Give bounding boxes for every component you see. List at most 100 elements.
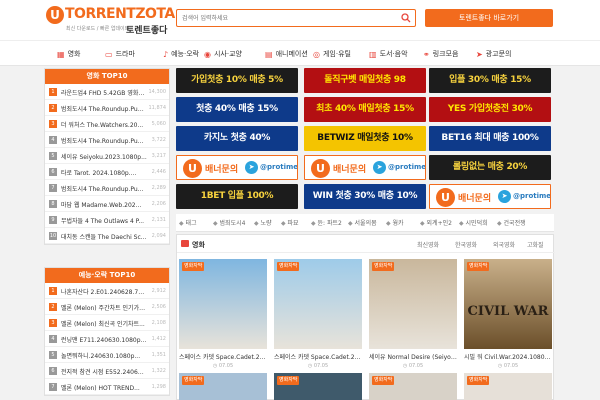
nav-item-2[interactable]: ♪ 예능·오락	[163, 48, 199, 60]
movie-title[interactable]: 세이유 Normal Desire (Seiyoku) ...	[369, 352, 457, 361]
nav-item-5[interactable]: ◎ 게임·유틸	[313, 48, 351, 60]
tag-link[interactable]: ◆ 외계+인2	[420, 218, 452, 227]
search-icon[interactable]	[401, 13, 411, 23]
movie-poster[interactable]: 영화자막	[179, 259, 267, 349]
list-item[interactable]: 4 런닝맨 E711.240630.1080p... 1,412	[45, 331, 169, 347]
tab-3[interactable]: 고화질	[527, 240, 544, 249]
tag-link[interactable]: ◆ 시민덕희	[459, 218, 488, 227]
movie-title[interactable]: 시빌 워 Civil.War.2024.1080p.Bl...	[464, 352, 552, 361]
nav-item-0[interactable]: ▦ 영화	[57, 48, 80, 60]
item-title[interactable]: 더 워처스 The.Watchers.20...	[61, 120, 147, 129]
list-item[interactable]: 5 세이유 Seiyoku.2023.1080p... 3,217	[45, 148, 169, 164]
list-item[interactable]: 7 멜론 (Melon) HOT TREND... 1,298	[45, 379, 169, 395]
ad-banner[interactable]: 최초 40% 매일첫충 15%	[304, 97, 426, 122]
tab-2[interactable]: 외국영화	[493, 240, 515, 249]
banner-handle: @protime1	[260, 163, 298, 171]
item-title[interactable]: 세이유 Seiyoku.2023.1080p...	[61, 152, 147, 161]
tag-link[interactable]: ◆ 건국전쟁	[497, 218, 526, 227]
item-title[interactable]: 멜론 (Melon) HOT TREND...	[61, 383, 147, 392]
nav-item-8[interactable]: ➤ 광고문의	[476, 48, 511, 60]
tag-link[interactable]: ◆ 노량	[254, 218, 272, 227]
list-item[interactable]: 4 범죄도시4 The.Roundup.Pu... 3,722	[45, 132, 169, 148]
movie-card[interactable]: 영화자막	[179, 373, 267, 400]
ad-banner[interactable]: WIN 첫충 30% 매충 10%	[304, 184, 426, 209]
search-input[interactable]	[182, 13, 387, 24]
tag-link[interactable]: ◆ 범죄도시4	[213, 218, 245, 227]
item-title[interactable]: 범죄도시4 The.Roundup.Pu...	[61, 136, 147, 145]
item-title[interactable]: 범죄도시4 The.Roundup.Pun...	[61, 104, 147, 113]
list-item[interactable]: 2 멜론 (Melon) 주간차트 인기가요... 2,506	[45, 299, 169, 315]
item-title[interactable]: 대치동 스캔들 The Daechi Sc...	[61, 232, 147, 241]
item-title[interactable]: 런닝맨 E711.240630.1080p...	[61, 335, 147, 344]
item-title[interactable]: 라운드업4 FHD 5.42GB 영화토렌트	[61, 88, 147, 97]
item-title[interactable]: 마담 웹 Madame.Web.202...	[61, 200, 147, 209]
item-title[interactable]: 놀면뭐하니.240630.1080p...	[61, 351, 147, 360]
banner-handle: @protime1	[388, 163, 426, 171]
movie-card[interactable]: 영화자막	[274, 373, 362, 400]
movie-card[interactable]: 영화자막스페이스 카뎃 Space.Cadet.2024.1... ◷ 07.05	[274, 259, 362, 369]
tab-1[interactable]: 한국영화	[455, 240, 477, 249]
list-item[interactable]: 1 나혼자산다 2.E01.240628.72... 2,912	[45, 283, 169, 299]
ad-banner[interactable]: 1BET 입플 100%	[176, 184, 298, 209]
ad-banner[interactable]: BET16 최대 매충 100%	[429, 126, 551, 151]
tag-link[interactable]: ◆ 서울의봄	[348, 218, 377, 227]
item-title[interactable]: 무법자들 4 The Outlaws 4 P...	[61, 216, 147, 225]
ad-banner[interactable]: U배너문의 ➤@protime1	[176, 155, 298, 180]
ad-banner[interactable]: 카지노 첫충 40%	[176, 126, 298, 151]
list-item[interactable]: 10 대치동 스캔들 The Daechi Sc... 2,094	[45, 228, 169, 244]
tag-link[interactable]: ◆ 파묘	[281, 218, 299, 227]
list-item[interactable]: 6 전지적 참견 시점 E552.240628.7... 1,322	[45, 363, 169, 379]
ad-banner[interactable]: U배너문의 ➤@protime1	[304, 155, 426, 180]
tag-text: 태그	[185, 220, 197, 227]
item-count: 2,289	[151, 185, 166, 191]
movie-title[interactable]: 스페이스 카뎃 Space.Cadet.2024.1...	[274, 352, 362, 361]
movie-card[interactable]: 영화자막 CIVIL WAR 시빌 워 Civil.War.2024.1080p.B…	[464, 259, 552, 369]
list-item[interactable]: 9 무법자들 4 The Outlaws 4 P... 2,131	[45, 212, 169, 228]
cta-button[interactable]: 토렌트좋다 바로가기	[425, 9, 553, 27]
nav-item-1[interactable]: ▭ 드라마	[105, 48, 135, 60]
ad-banner[interactable]: 첫충 40% 매충 15%	[176, 97, 298, 122]
movie-card[interactable]: 영화자막	[369, 373, 457, 400]
tag-link[interactable]: ◆ 웡카	[386, 218, 404, 227]
nav-item-7[interactable]: ⚭ 링크모음	[423, 48, 458, 60]
list-item[interactable]: 5 놀면뭐하니.240630.1080p... 1,351	[45, 347, 169, 363]
movie-poster[interactable]: 영화자막	[369, 259, 457, 349]
nav-item-3[interactable]: ◉ 시사·교양	[204, 48, 242, 60]
item-title[interactable]: 전지적 참견 시점 E552.240628.7...	[61, 367, 147, 376]
movie-poster[interactable]: 영화자막	[274, 259, 362, 349]
movie-title[interactable]: 스페이스 카뎃 Space.Cadet.2024.1...	[179, 352, 267, 361]
list-item[interactable]: 6 타로 Tarot. 2024.1080p.... 2,446	[45, 164, 169, 180]
list-item[interactable]: 7 범죄도시4 The.Roundup.Pu... 2,289	[45, 180, 169, 196]
ad-banner[interactable]: BETWIZ 매일첫충 10%	[304, 126, 426, 151]
banner-text: 가입첫충 10% 매충 5%	[191, 75, 283, 85]
nav-item-6[interactable]: ▥ 도서·음악	[369, 48, 408, 60]
list-item[interactable]: 1 라운드업4 FHD 5.42GB 영화토렌트 14,300	[45, 84, 169, 100]
rank-badge: 1	[49, 287, 57, 295]
item-count: 2,506	[151, 304, 166, 310]
nav-label: 예능·오락	[171, 50, 200, 58]
nav-item-4[interactable]: ▤ 애니메이션	[265, 48, 308, 60]
list-item[interactable]: 3 멜론 (Melon) 최신곡 인기차트... 2,108	[45, 315, 169, 331]
ad-banner[interactable]: 가입첫충 10% 매충 5%	[176, 68, 298, 93]
item-title[interactable]: 타로 Tarot. 2024.1080p....	[61, 168, 147, 177]
item-title[interactable]: 멜론 (Melon) 최신곡 인기차트...	[61, 319, 147, 328]
list-item[interactable]: 3 더 워처스 The.Watchers.20... 5,060	[45, 116, 169, 132]
site-logo[interactable]: U TORRENTZOTA 최신 다운로드 / 빠른 업데이트 토렌트좋다	[46, 5, 175, 36]
movie-poster[interactable]: 영화자막 CIVIL WAR	[464, 259, 552, 349]
ad-banner[interactable]: 돌직구벳 매일첫충 98	[304, 68, 426, 93]
item-title[interactable]: 범죄도시4 The.Roundup.Pu...	[61, 184, 147, 193]
ad-banner[interactable]: 롤링없는 매충 20%	[429, 155, 551, 180]
item-title[interactable]: 나혼자산다 2.E01.240628.72...	[61, 287, 147, 296]
list-item[interactable]: 8 마담 웹 Madame.Web.202... 2,206	[45, 196, 169, 212]
book-icon: ▥	[369, 49, 377, 59]
ad-banner[interactable]: U배너문의 ➤@protime1	[429, 184, 551, 209]
item-title[interactable]: 멜론 (Melon) 주간차트 인기가요...	[61, 303, 147, 312]
tag-link[interactable]: ◆ 듄: 파트2	[311, 218, 342, 227]
movie-card[interactable]: 영화자막세이유 Normal Desire (Seiyoku) ... ◷ 07.…	[369, 259, 457, 369]
movie-card[interactable]: 영화자막	[464, 373, 552, 400]
tab-0[interactable]: 최신영화	[417, 240, 439, 249]
list-item[interactable]: 2 범죄도시4 The.Roundup.Pun... 11,874	[45, 100, 169, 116]
ad-banner[interactable]: 입플 30% 매충 15%	[429, 68, 551, 93]
movie-card[interactable]: 영화자막스페이스 카뎃 Space.Cadet.2024.1... ◷ 07.05	[179, 259, 267, 369]
ad-banner[interactable]: YES 가입첫충전 30%	[429, 97, 551, 122]
